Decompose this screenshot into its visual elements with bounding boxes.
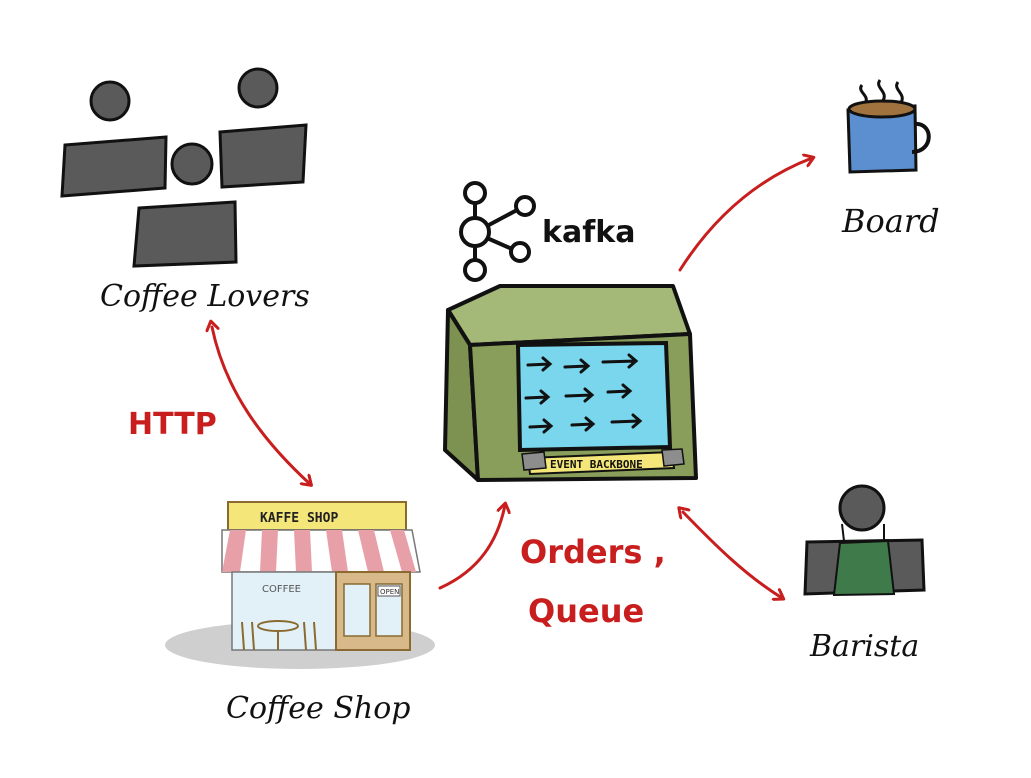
event-backbone-banner: EVENT BACKBONE — [550, 458, 643, 471]
coffee-mug-icon — [846, 79, 931, 174]
orders-label: Orders , — [520, 533, 666, 571]
shop-window-text: COFFEE — [262, 584, 301, 595]
kafka-event-backbone: EVENT BACKBONE — [443, 284, 698, 482]
barista-arrow — [683, 512, 782, 598]
coffee-shop-node: KAFFE SHOP COFFEE OPEN Coffee Shop — [165, 501, 435, 726]
kafka-logo-icon — [459, 181, 536, 282]
kafka-logo-text: kafka — [542, 215, 635, 250]
http-label: HTTP — [128, 407, 217, 442]
board-arrow — [678, 158, 812, 272]
coffee-lovers-label: Coffee Lovers — [100, 279, 310, 314]
barista-label: Barista — [809, 629, 919, 664]
coffee-shop-label: Coffee Shop — [226, 691, 410, 726]
board-node: Board — [841, 79, 940, 240]
board-label: Board — [841, 202, 940, 240]
coffee-lovers-node: Coffee Lovers — [60, 67, 310, 314]
shop-sign-text: KAFFE SHOP — [260, 511, 338, 526]
http-arrow — [212, 327, 310, 484]
barista-icon — [803, 484, 926, 597]
barista-node: Barista — [803, 484, 926, 664]
people-group-icon — [60, 67, 308, 268]
queue-label: Queue — [528, 592, 644, 630]
kafka-logo: kafka — [459, 181, 635, 282]
shop-door-sign: OPEN — [380, 588, 399, 596]
shop-storefront-icon: KAFFE SHOP COFFEE OPEN — [165, 501, 435, 669]
orders-arrow — [438, 505, 505, 590]
architecture-diagram: Coffee Lovers kafka EVENT BACKBONE Board… — [60, 67, 940, 726]
